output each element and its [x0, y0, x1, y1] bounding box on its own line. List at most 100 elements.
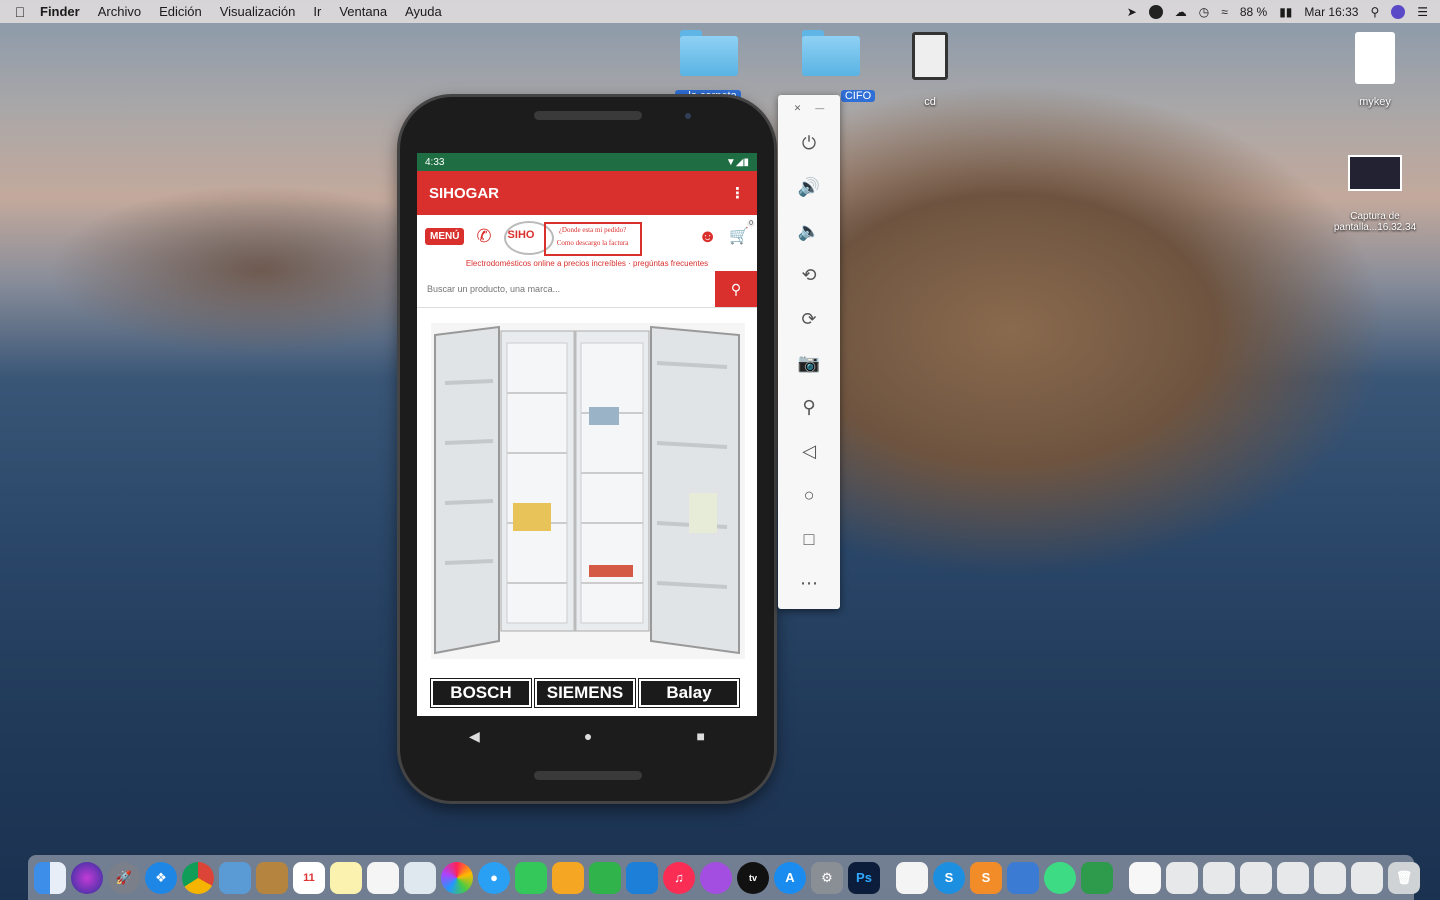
fridge-banner-image[interactable]	[431, 323, 745, 659]
dock-photos-icon[interactable]	[441, 861, 473, 894]
dock-pages-icon[interactable]	[552, 861, 584, 894]
power-button[interactable]: ⏻	[778, 121, 840, 165]
site-menu-button[interactable]: MENÚ	[425, 227, 465, 245]
dock-window-icon[interactable]	[1166, 861, 1198, 894]
dock-chrome-icon[interactable]	[182, 861, 214, 894]
home-icon: ○	[803, 484, 815, 505]
nav-overview-icon[interactable]: ■	[696, 728, 704, 744]
rotate-right-button[interactable]: ⟳	[778, 297, 840, 341]
dock-safari-icon[interactable]: ❖	[145, 861, 177, 894]
screenshot-button[interactable]: 📷	[778, 341, 840, 385]
folder-icon	[676, 26, 740, 80]
more-button[interactable]: ⋯	[778, 561, 840, 605]
battery-percent[interactable]: 88 %	[1240, 5, 1267, 19]
dock-tv-icon[interactable]: tv	[737, 861, 769, 894]
zoom-button[interactable]: ⚲	[778, 385, 840, 429]
menu-archivo[interactable]: Archivo	[98, 4, 141, 19]
clock[interactable]: Mar 16:33	[1304, 5, 1358, 19]
wifi-icon[interactable]: ≈	[1221, 5, 1228, 19]
dock-podcasts-icon[interactable]	[700, 861, 732, 894]
dock-android-studio-icon[interactable]	[1044, 861, 1076, 894]
dock-sublime-icon[interactable]: S	[970, 861, 1002, 894]
dock-skype-icon[interactable]: S	[933, 861, 965, 894]
minimize-icon[interactable]: —	[815, 103, 824, 113]
rotate-left-button[interactable]: ⟲	[778, 253, 840, 297]
dock-app-store-icon[interactable]: A	[774, 861, 806, 894]
desktop-file-screenshot[interactable]: Captura de pantalla...16.32.34	[1318, 155, 1432, 233]
order-help-box[interactable]: ¿Donde esta mi pedido? Como descargo la …	[543, 222, 642, 256]
siri-icon[interactable]	[1391, 4, 1406, 19]
overview-button[interactable]: □	[778, 517, 840, 561]
volume-up-button[interactable]: 🔊	[778, 165, 840, 209]
dock-document-icon[interactable]	[896, 861, 928, 894]
dock-siri-icon[interactable]	[71, 861, 103, 894]
skype-icon[interactable]	[1148, 4, 1163, 19]
search-input[interactable]	[417, 271, 715, 307]
front-camera	[685, 113, 691, 119]
apple-icon[interactable]: 	[0, 4, 40, 20]
spotlight-icon[interactable]: ⚲	[1370, 5, 1379, 19]
dock-finder-icon[interactable]	[34, 861, 66, 894]
dock-file-icon[interactable]	[1129, 861, 1161, 894]
dock-window-icon[interactable]	[1240, 861, 1272, 894]
dock-trash-icon[interactable]: 🗑	[1388, 861, 1420, 894]
dock-calendar-icon[interactable]: 11	[293, 861, 325, 894]
user-icon[interactable]: ☻	[698, 226, 717, 247]
menu-ayuda[interactable]: Ayuda	[405, 4, 442, 19]
app-title: SIHOGAR	[429, 184, 500, 202]
dock-launchpad-icon[interactable]: 🚀	[108, 861, 140, 894]
status-time: 4:33	[425, 156, 445, 168]
overflow-menu-icon[interactable]: ⋮	[730, 184, 745, 202]
nav-home-icon[interactable]: ●	[584, 728, 592, 744]
cart-icon[interactable]: 🛒 0	[729, 220, 755, 246]
dock-textedit-icon[interactable]	[367, 861, 399, 894]
menu-ventana[interactable]: Ventana	[339, 4, 387, 19]
menu-finder[interactable]: Finder	[40, 4, 80, 19]
close-icon[interactable]: ✕	[794, 103, 802, 114]
dock-facetime-icon[interactable]	[515, 861, 547, 894]
dock-window-icon[interactable]	[1277, 861, 1309, 894]
brand-siemens[interactable]: SIEMENS	[534, 678, 636, 708]
dock-notes-icon[interactable]	[256, 861, 288, 894]
dock-preview-icon[interactable]	[219, 861, 251, 894]
dock-photos-browser-icon[interactable]	[404, 861, 436, 894]
desktop-folder-cifo[interactable]: CIFO	[792, 26, 876, 102]
zoom-icon: ⚲	[802, 396, 816, 417]
desktop-file-cd[interactable]: cd	[905, 32, 955, 108]
dock-window-icon[interactable]	[1351, 861, 1383, 894]
drive-icon	[912, 32, 948, 80]
menu-visualizacion[interactable]: Visualización	[220, 4, 296, 19]
notification-center-icon[interactable]: ☰	[1417, 5, 1428, 19]
phone-icon[interactable]: ✆	[476, 226, 491, 247]
location-icon[interactable]: ➤	[1127, 5, 1137, 19]
back-button[interactable]: ◁	[778, 429, 840, 473]
battery-icon[interactable]: ▮▮	[1279, 5, 1292, 19]
brand-bosch[interactable]: BOSCH	[430, 678, 532, 708]
dock-window-icon[interactable]	[1203, 861, 1235, 894]
home-button[interactable]: ○	[778, 473, 840, 517]
site-header: MENÚ ✆ SIHO ¿Donde esta mi pedido? Como …	[417, 215, 757, 257]
menu-ir[interactable]: Ir	[313, 4, 321, 19]
site-logo[interactable]: SIHO ¿Donde esta mi pedido? Como descarg…	[503, 219, 642, 256]
nav-back-icon[interactable]: ◀	[469, 728, 480, 745]
volume-down-button[interactable]: 🔈	[778, 209, 840, 253]
dock-system-preferences-icon[interactable]: ⚙	[811, 861, 843, 894]
dock-window-icon[interactable]	[1314, 861, 1346, 894]
creative-cloud-icon[interactable]: ☁	[1175, 5, 1187, 19]
dock-xcode-icon[interactable]	[1007, 861, 1039, 894]
desktop-folder-icon[interactable]: ...la carpeta	[670, 26, 746, 102]
dock-keynote-icon[interactable]	[626, 861, 658, 894]
dock-music-icon[interactable]: ♫	[663, 861, 695, 894]
dock-stickies-icon[interactable]	[330, 861, 362, 894]
search-button[interactable]: ⚲	[715, 271, 757, 307]
android-nav-bar: ◀ ● ■	[417, 716, 757, 756]
desktop-file-mykey[interactable]: mykey	[1345, 32, 1405, 108]
brand-balay[interactable]: Balay	[638, 678, 740, 708]
dock-numbers-icon[interactable]	[589, 861, 621, 894]
time-machine-icon[interactable]: ◷	[1199, 5, 1209, 19]
menu-edicion[interactable]: Edición	[159, 4, 202, 19]
dock-app-icon[interactable]	[1081, 861, 1113, 894]
dock-photoshop-icon[interactable]: Ps	[848, 861, 880, 894]
dock-messages-icon[interactable]: ●	[478, 861, 510, 894]
desktop-icon-label: mykey	[1359, 96, 1391, 108]
